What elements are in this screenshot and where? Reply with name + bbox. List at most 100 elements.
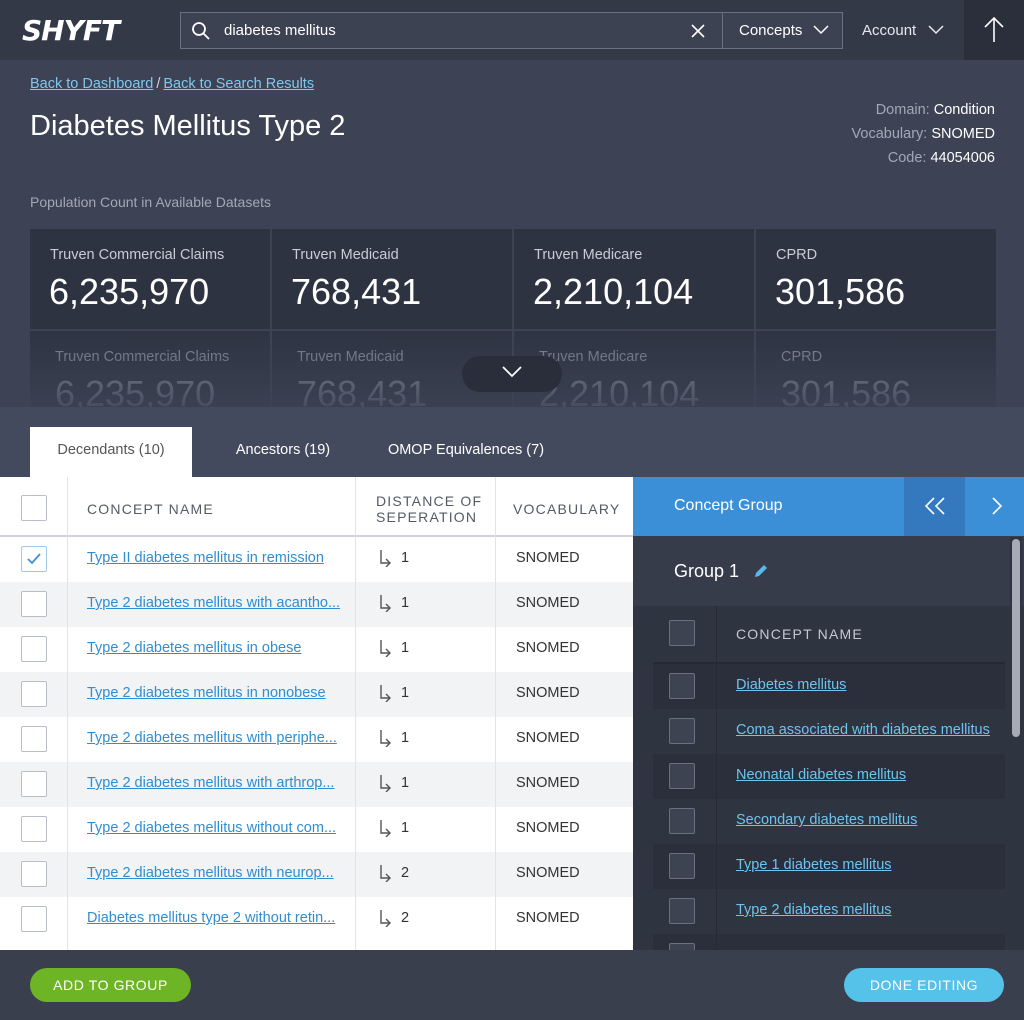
search-input[interactable]: diabetes mellitus xyxy=(224,22,336,39)
next-group-button[interactable] xyxy=(964,477,1024,536)
group-list-item[interactable] xyxy=(653,934,1005,950)
dataset-name: CPRD xyxy=(776,247,818,263)
row-checkbox[interactable] xyxy=(21,816,47,842)
table-row[interactable]: Type 2 diabetes mellitus with neurop... … xyxy=(0,852,633,897)
back-to-dashboard-link[interactable]: Back to Dashboard xyxy=(30,76,153,92)
table-row[interactable]: Type 2 diabetes mellitus with acantho...… xyxy=(0,582,633,627)
group-name-bar: Group 1 xyxy=(633,536,1024,606)
vocabulary-value: SNOMED xyxy=(516,910,580,926)
row-checkbox[interactable] xyxy=(669,808,695,834)
tab-omop-equivalences[interactable]: OMOP Equivalences (7) xyxy=(372,427,560,477)
add-to-group-button[interactable]: ADD TO GROUP xyxy=(30,968,191,1002)
dataset-count: 6,235,970 xyxy=(49,271,210,312)
group-list-item[interactable]: Type 2 diabetes mellitus xyxy=(653,889,1005,934)
group-name: Group 1 xyxy=(674,561,740,581)
group-list-item[interactable]: Diabetes mellitus xyxy=(653,664,1005,709)
group-concept-link[interactable]: Coma associated with diabetes mellitus xyxy=(736,722,990,738)
group-concept-link[interactable]: Secondary diabetes mellitus xyxy=(736,812,917,828)
scrollbar-thumb[interactable] xyxy=(1012,539,1020,737)
expand-cards-button[interactable] xyxy=(462,356,562,392)
group-list-item[interactable]: Coma associated with diabetes mellitus xyxy=(653,709,1005,754)
group-concept-link[interactable]: Neonatal diabetes mellitus xyxy=(736,767,906,783)
concept-group-title: Concept Group xyxy=(674,497,783,514)
concept-link[interactable]: Type 2 diabetes mellitus in nonobese xyxy=(87,685,326,701)
row-checkbox[interactable] xyxy=(21,546,47,572)
descendant-arrow-icon xyxy=(380,550,391,567)
tab-ancestors[interactable]: Ancestors (19) xyxy=(214,427,352,477)
page-title: Diabetes Mellitus Type 2 xyxy=(30,110,346,142)
distance-value: 1 xyxy=(401,820,410,836)
table-row[interactable]: Type 2 diabetes mellitus with arthrop...… xyxy=(0,762,633,807)
distance-header[interactable]: DISTANCE OF SEPERATION xyxy=(376,493,482,525)
row-checkbox[interactable] xyxy=(21,861,47,887)
descendant-arrow-icon xyxy=(380,685,391,702)
concept-group-header: Concept Group xyxy=(633,477,1024,536)
collapse-panel-button[interactable] xyxy=(904,477,964,536)
vocabulary-value: SNOMED xyxy=(516,595,580,611)
row-checkbox[interactable] xyxy=(21,906,47,932)
search-type-select[interactable]: Concepts xyxy=(722,13,843,48)
row-checkbox[interactable] xyxy=(21,771,47,797)
row-checkbox[interactable] xyxy=(669,943,695,950)
dataset-count: 2,210,104 xyxy=(533,271,694,312)
concept-link[interactable]: Type 2 diabetes mellitus in obese xyxy=(87,640,301,656)
group-concept-link[interactable]: Type 2 diabetes mellitus xyxy=(736,902,892,918)
table-row[interactable]: Diabetes mellitus type 2 without retin..… xyxy=(0,897,633,942)
code-label: Code: xyxy=(887,150,927,166)
row-checkbox[interactable] xyxy=(669,673,695,699)
select-all-checkbox[interactable] xyxy=(669,620,695,646)
distance-value: 1 xyxy=(401,595,410,611)
pencil-icon[interactable] xyxy=(753,563,769,579)
chevron-right-icon xyxy=(992,497,1003,515)
column-divider xyxy=(495,477,496,950)
search-type-label: Concepts xyxy=(739,22,803,39)
row-checkbox[interactable] xyxy=(21,591,47,617)
row-checkbox[interactable] xyxy=(669,853,695,879)
double-chevron-left-icon xyxy=(924,497,945,515)
concept-link[interactable]: Type 2 diabetes mellitus with periphe... xyxy=(87,730,337,746)
account-menu[interactable]: Account xyxy=(862,22,916,39)
dataset-card: Truven Medicare 2,210,104 xyxy=(514,229,754,329)
concept-link[interactable]: Type 2 diabetes mellitus without com... xyxy=(87,820,336,836)
table-row[interactable]: Type 2 diabetes mellitus in nonobese 1 S… xyxy=(0,672,633,717)
concept-link[interactable]: Diabetes mellitus type 2 without retin..… xyxy=(87,910,335,926)
descendant-arrow-icon xyxy=(380,595,391,612)
row-checkbox[interactable] xyxy=(21,636,47,662)
row-checkbox[interactable] xyxy=(669,898,695,924)
vocabulary-value: SNOMED xyxy=(516,550,580,566)
tab-decendants[interactable]: Decendants (10) xyxy=(30,427,192,477)
vocabulary-header[interactable]: VOCABULARY xyxy=(513,501,620,517)
select-all-checkbox[interactable] xyxy=(21,495,47,521)
group-list-item[interactable]: Type 1 diabetes mellitus xyxy=(653,844,1005,889)
chevron-down-icon[interactable] xyxy=(928,25,944,35)
vocabulary-value: SNOMED xyxy=(516,730,580,746)
shyft-logo[interactable]: SHYFT xyxy=(22,14,120,47)
group-concept-link[interactable]: Type 1 diabetes mellitus xyxy=(736,857,892,873)
vocabulary-value: SNOMED xyxy=(931,126,995,142)
done-editing-button[interactable]: DONE EDITING xyxy=(844,968,1004,1002)
clear-search-icon[interactable] xyxy=(689,22,707,40)
row-checkbox[interactable] xyxy=(669,718,695,744)
group-concept-link[interactable]: Diabetes mellitus xyxy=(736,677,846,693)
concept-link[interactable]: Type 2 diabetes mellitus with neurop... xyxy=(87,865,334,881)
group-list-item[interactable]: Neonatal diabetes mellitus xyxy=(653,754,1005,799)
table-row[interactable]: Type II diabetes mellitus in remission 1… xyxy=(0,537,633,582)
footer-bar: ADD TO GROUP DONE EDITING xyxy=(0,950,1024,1020)
vocabulary-value: SNOMED xyxy=(516,865,580,881)
concept-name-header[interactable]: CONCEPT NAME xyxy=(736,626,863,642)
table-row[interactable]: Type 2 diabetes mellitus with periphe...… xyxy=(0,717,633,762)
scroll-top-button[interactable] xyxy=(964,0,1024,60)
back-to-results-link[interactable]: Back to Search Results xyxy=(163,76,314,92)
row-checkbox[interactable] xyxy=(669,763,695,789)
row-checkbox[interactable] xyxy=(21,681,47,707)
distance-value: 1 xyxy=(401,550,410,566)
row-checkbox[interactable] xyxy=(21,726,47,752)
concept-link[interactable]: Type 2 diabetes mellitus with arthrop... xyxy=(87,775,334,791)
concept-link[interactable]: Type 2 diabetes mellitus with acantho... xyxy=(87,595,340,611)
descendant-arrow-icon xyxy=(380,640,391,657)
concept-link[interactable]: Type II diabetes mellitus in remission xyxy=(87,550,324,566)
table-row[interactable]: Type 2 diabetes mellitus in obese 1 SNOM… xyxy=(0,627,633,672)
table-row[interactable]: Type 2 diabetes mellitus without com... … xyxy=(0,807,633,852)
concept-name-header[interactable]: CONCEPT NAME xyxy=(87,501,214,517)
group-list-item[interactable]: Secondary diabetes mellitus xyxy=(653,799,1005,844)
